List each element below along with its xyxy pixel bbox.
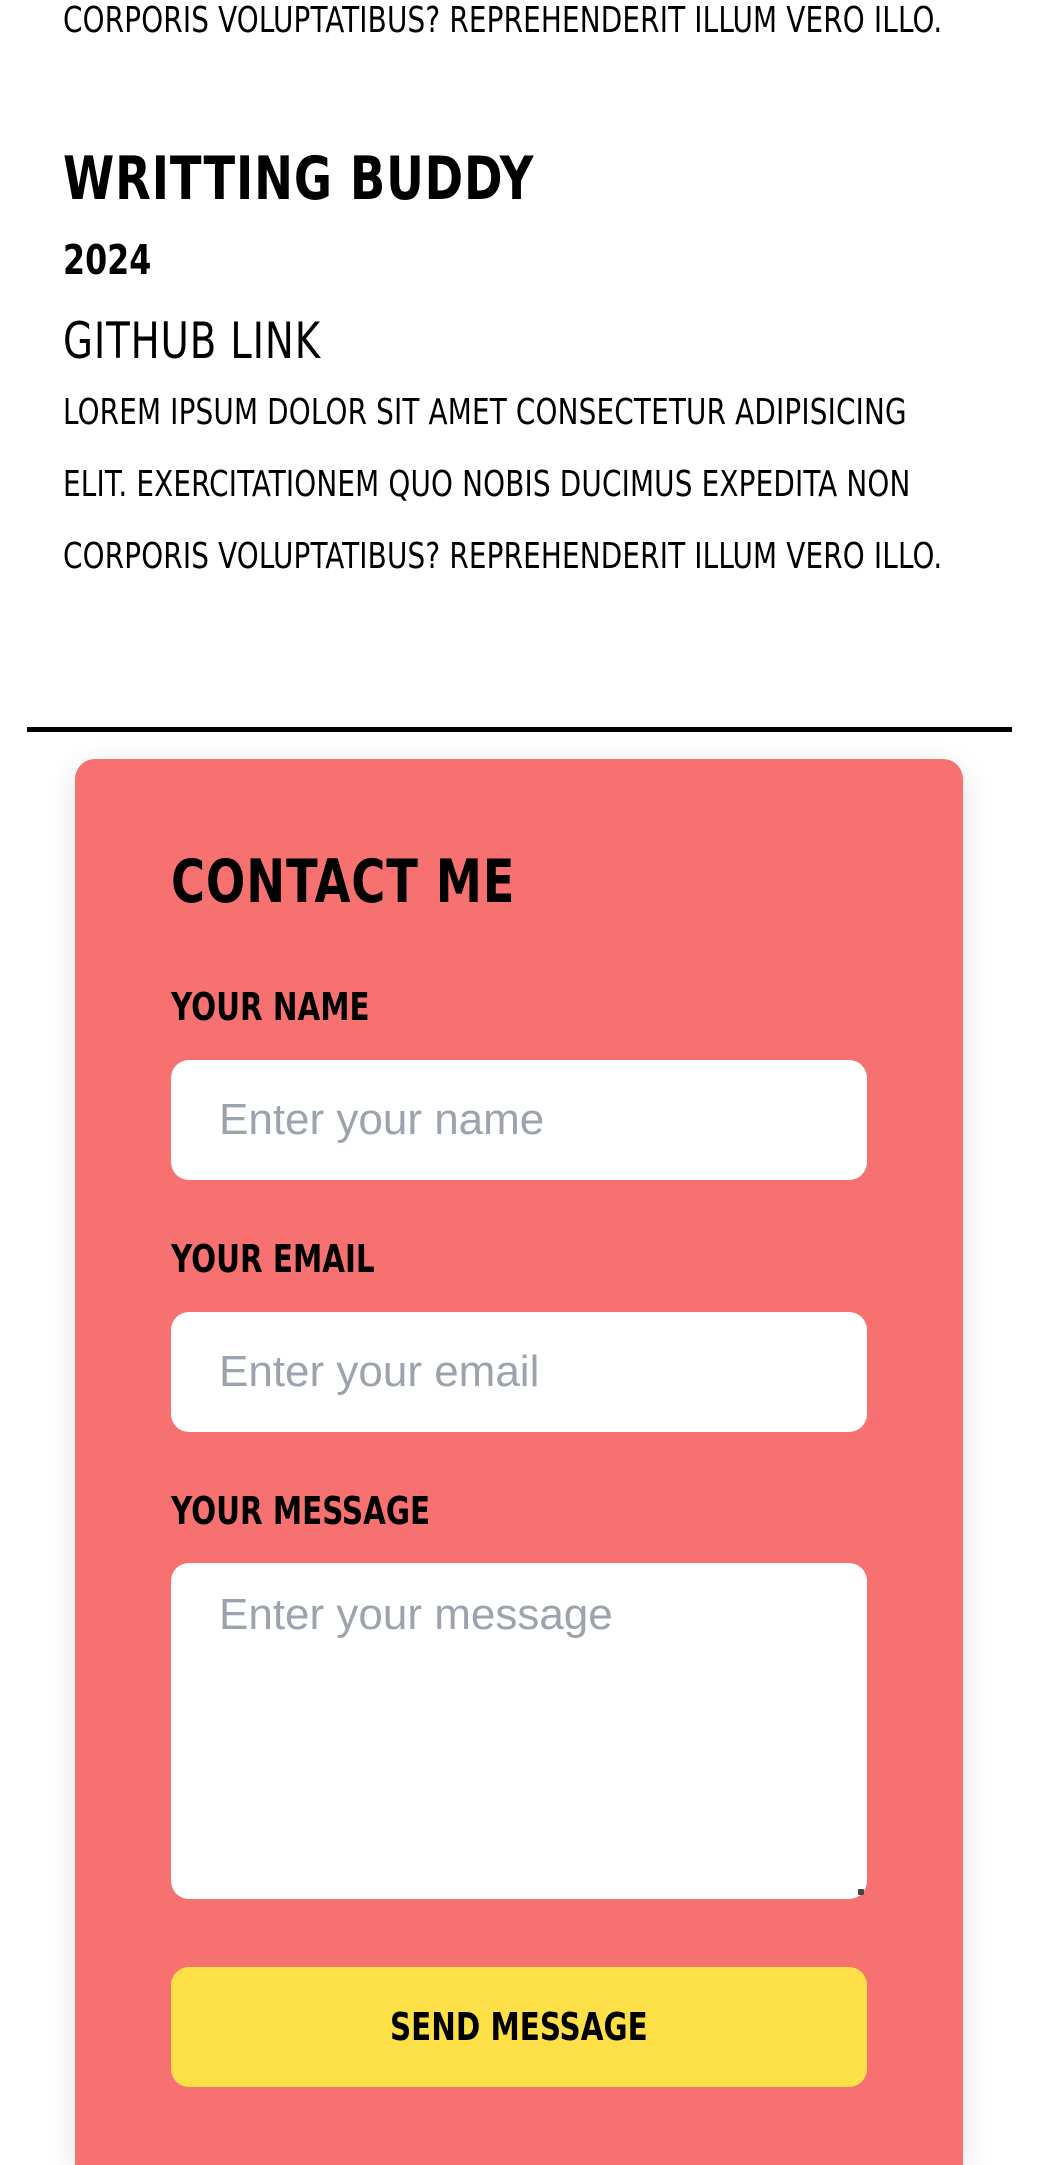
project-description-line: LOREM IPSUM DOLOR SIT AMET CONSECTETUR A…: [63, 392, 907, 433]
project-title: WRITTING BUDDY: [63, 144, 535, 214]
contact-title: CONTACT ME: [171, 847, 516, 917]
email-input[interactable]: [171, 1312, 867, 1432]
email-label: YOUR EMAIL: [171, 1237, 375, 1281]
project-description-line: ELIT. EXERCITATIONEM QUO NOBIS DUCIMUS E…: [63, 464, 911, 505]
name-label: YOUR NAME: [171, 985, 370, 1029]
name-input[interactable]: [171, 1060, 867, 1180]
contact-form-card: CONTACT ME YOUR NAME YOUR EMAIL YOUR MES…: [75, 759, 963, 2165]
project-description-line: CORPORIS VOLUPTATIBUS? REPREHENDERIT ILL…: [63, 536, 943, 577]
send-message-button[interactable]: SEND MESSAGE: [171, 1967, 867, 2087]
message-label: YOUR MESSAGE: [171, 1489, 431, 1533]
send-message-label: SEND MESSAGE: [390, 2005, 648, 2049]
resize-grip-icon[interactable]: [858, 1889, 864, 1895]
previous-project-description: CORPORIS VOLUPTATIBUS? REPREHENDERIT ILL…: [63, 0, 943, 41]
message-textarea[interactable]: [171, 1563, 867, 1899]
section-divider: [27, 727, 1012, 732]
project-year: 2024: [63, 236, 152, 284]
github-link[interactable]: GITHUB LINK: [63, 312, 321, 370]
